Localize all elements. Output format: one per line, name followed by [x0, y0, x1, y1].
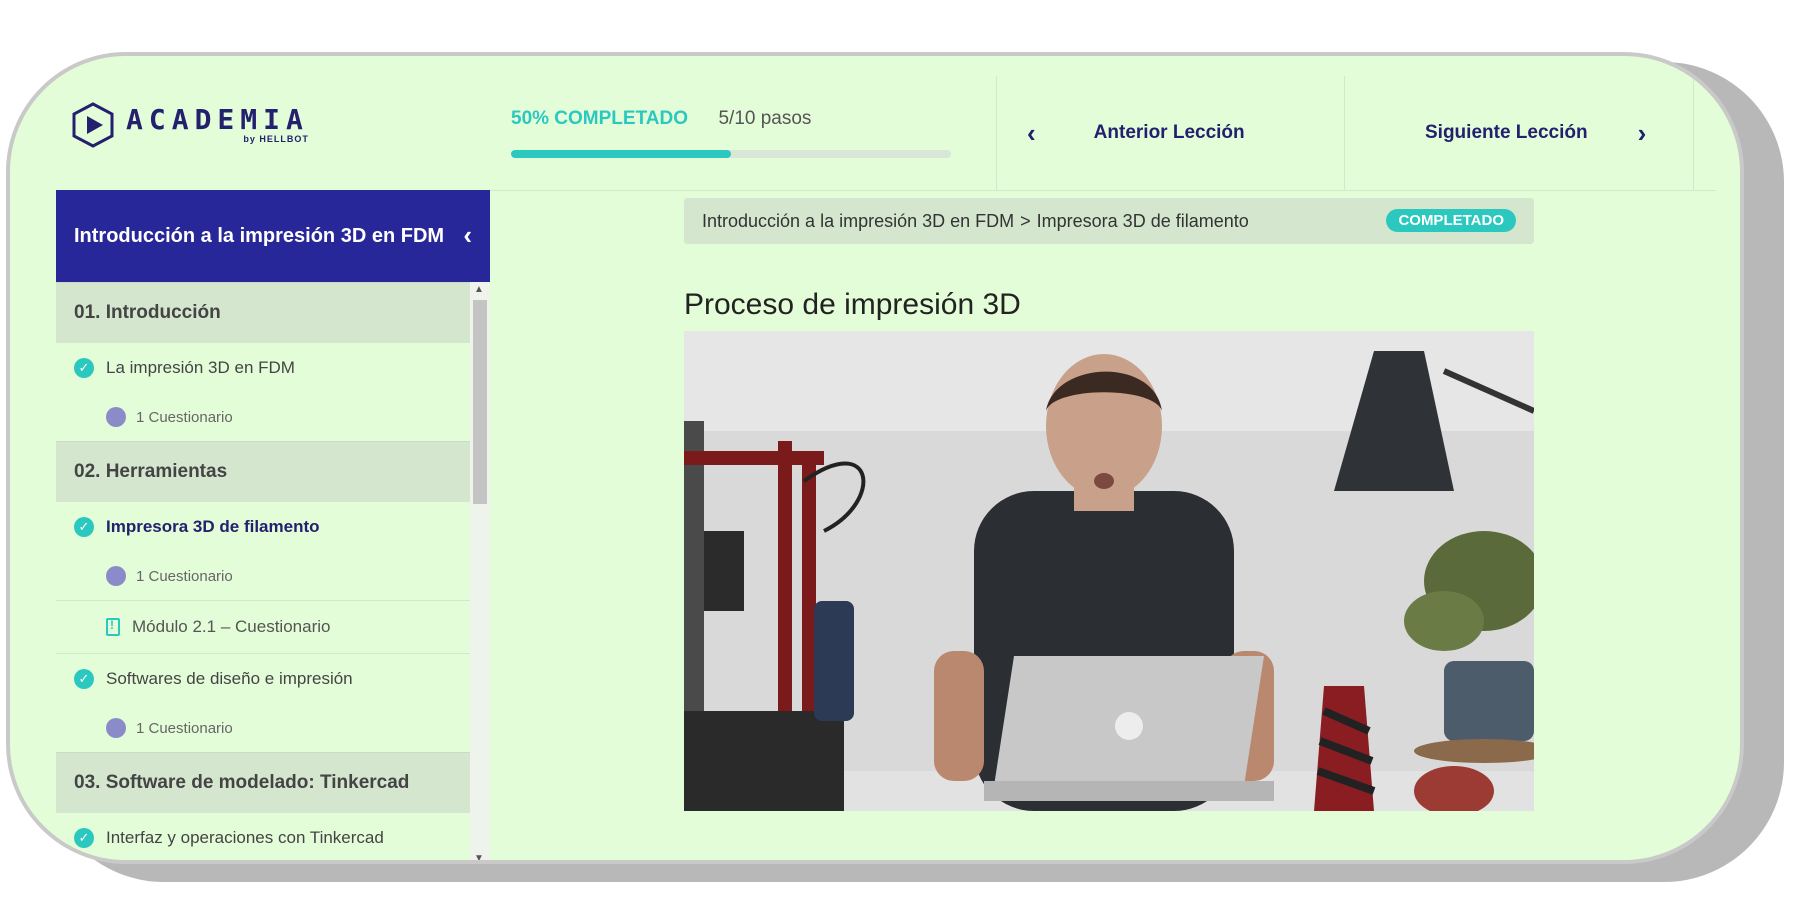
lesson-title: Impresora 3D de filamento	[106, 517, 320, 536]
lesson-item-active[interactable]: ✓ Impresora 3D de filamento	[56, 502, 470, 552]
academia-logo[interactable]: ACADEMIA by HELLBOT	[70, 102, 309, 148]
quiz-module-item[interactable]: Módulo 2.1 – Cuestionario	[56, 600, 470, 654]
play-hexagon-icon	[70, 102, 116, 148]
quiz-label: 1 Cuestionario	[136, 567, 233, 585]
lesson-title: La impresión 3D en FDM	[106, 358, 295, 377]
previous-lesson-button[interactable]: ‹ Anterior Lección	[996, 76, 1345, 190]
top-bar: ACADEMIA by HELLBOT 50% COMPLETADO 5/10 …	[56, 76, 1716, 191]
video-frame-image	[684, 331, 1534, 811]
device-frame: ACADEMIA by HELLBOT 50% COMPLETADO 5/10 …	[6, 52, 1744, 864]
breadcrumb-lesson: Impresora 3D de filamento	[1036, 210, 1249, 231]
progress-steps: 5/10 pasos	[718, 108, 812, 129]
course-title-header: Introducción a la impresión 3D en FDM ‹	[56, 190, 490, 282]
progress-percent: 50% COMPLETADO	[511, 108, 689, 129]
section-title: 01. Introducción	[74, 302, 221, 323]
lesson-title: Interfaz y operaciones con Tinkercad	[106, 828, 384, 847]
quiz-item[interactable]: 1 Cuestionario	[56, 393, 470, 441]
lms-screen: ACADEMIA by HELLBOT 50% COMPLETADO 5/10 …	[56, 76, 1716, 860]
collapse-sidebar-icon[interactable]: ‹	[463, 220, 472, 251]
course-title: Introducción a la impresión 3D en FDM	[74, 224, 445, 247]
quiz-status-icon	[106, 566, 126, 586]
progress-bar-fill	[511, 150, 731, 158]
breadcrumb: Introducción a la impresión 3D en FDM > …	[684, 198, 1534, 244]
check-icon: ✓	[74, 669, 94, 689]
check-icon: ✓	[74, 517, 94, 537]
quiz-status-icon	[106, 718, 126, 738]
lesson-video-player[interactable]	[684, 331, 1534, 811]
quiz-status-icon	[106, 407, 126, 427]
check-icon: ✓	[74, 358, 94, 378]
quiz-label: 1 Cuestionario	[136, 408, 233, 426]
lesson-title-heading: Proceso de impresión 3D	[684, 288, 1021, 321]
scroll-up-icon[interactable]: ▲	[474, 284, 484, 295]
section-tinkercad[interactable]: 03. Software de modelado: Tinkercad	[56, 752, 470, 813]
quiz-item[interactable]: 1 Cuestionario	[56, 704, 470, 752]
sidebar-scrollbar[interactable]: ▲ ▼	[470, 282, 490, 860]
quiz-item[interactable]: 1 Cuestionario	[56, 552, 470, 600]
brand-name: ACADEMIA	[126, 103, 309, 136]
lesson-item[interactable]: ✓ Interfaz y operaciones con Tinkercad	[56, 813, 470, 860]
chevron-left-icon: ‹	[1027, 117, 1036, 148]
lesson-item[interactable]: ✓ Softwares de diseño e impresión	[56, 654, 470, 704]
quiz-document-icon	[106, 618, 120, 636]
chevron-right-icon: ›	[1637, 117, 1647, 148]
quiz-label: 1 Cuestionario	[136, 719, 233, 737]
progress-bar	[511, 150, 951, 158]
breadcrumb-course-link[interactable]: Introducción a la impresión 3D en FDM	[702, 211, 1014, 232]
lesson-content: Introducción a la impresión 3D en FDM > …	[490, 190, 1716, 860]
next-lesson-button[interactable]: Siguiente Lección ›	[1344, 76, 1694, 190]
check-icon: ✓	[74, 828, 94, 848]
section-title: 02. Herramientas	[74, 461, 228, 482]
lesson-title: Softwares de diseño e impresión	[106, 669, 353, 688]
breadcrumb-separator: >	[1020, 210, 1031, 231]
quiz-module-title: Módulo 2.1 – Cuestionario	[132, 617, 331, 636]
completed-status-badge: COMPLETADO	[1386, 209, 1516, 232]
course-progress: 50% COMPLETADO 5/10 pasos	[511, 108, 951, 158]
next-lesson-label: Siguiente Lección	[1425, 122, 1588, 143]
section-herramientas[interactable]: 02. Herramientas	[56, 441, 470, 502]
lesson-item[interactable]: ✓ La impresión 3D en FDM	[56, 343, 470, 393]
course-sidebar: Introducción a la impresión 3D en FDM ‹ …	[56, 190, 490, 860]
scroll-down-icon[interactable]: ▼	[474, 853, 484, 860]
lesson-list: 01. Introducción ✓ La impresión 3D en FD…	[56, 282, 470, 860]
previous-lesson-label: Anterior Lección	[1093, 122, 1245, 143]
section-introduccion[interactable]: 01. Introducción	[56, 282, 470, 343]
section-title: 03. Software de modelado: Tinkercad	[74, 772, 410, 793]
scrollbar-thumb[interactable]	[473, 300, 487, 504]
